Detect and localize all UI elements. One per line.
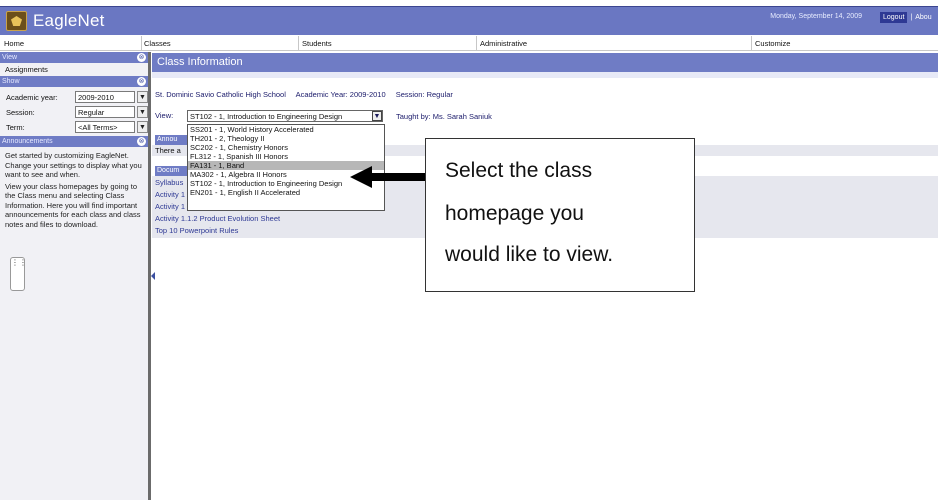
menu-classes[interactable]: Classes	[144, 39, 171, 48]
collapse-icon[interactable]: ⊗	[137, 77, 146, 86]
view-label: View:	[155, 111, 174, 120]
sidebar: View ⊗ Assignments Show ⊗ Academic year:…	[0, 52, 151, 500]
menu-customize[interactable]: Customize	[755, 39, 790, 48]
document-link[interactable]: Top 10 Powerpoint Rules	[155, 226, 238, 235]
menu-divider	[141, 36, 142, 51]
link-separator: |	[910, 14, 913, 21]
app-logo[interactable]: EagleNet	[6, 11, 105, 31]
top-links: Logout | Abou	[880, 11, 932, 24]
teacher-info: Taught by: Ms. Sarah Saniuk	[396, 112, 492, 121]
header-strip	[152, 72, 938, 78]
menu-home[interactable]: Home	[4, 39, 24, 48]
menu-divider	[298, 36, 299, 51]
collapse-icon[interactable]: ⊗	[137, 137, 146, 146]
school-name: St. Dominic Savio Catholic High School	[155, 90, 286, 99]
academic-year: Academic Year: 2009-2010	[295, 90, 386, 99]
term-label: Term:	[6, 123, 25, 132]
announcements-text: Get started by customizing EagleNet. Cha…	[0, 147, 148, 229]
callout-line: homepage you	[445, 202, 584, 225]
dropdown-option[interactable]: TH201 - 2, Theology II	[188, 134, 384, 143]
session-select[interactable]: Regular	[75, 106, 135, 118]
announcements-section-title: Announcements	[2, 138, 53, 145]
chevron-down-icon[interactable]: ▼	[137, 106, 148, 118]
dropdown-option[interactable]: SC202 - 1, Chemistry Honors	[188, 143, 384, 152]
class-information-header: Class Information	[152, 53, 938, 72]
show-section-header[interactable]: Show ⊗	[0, 76, 148, 87]
current-date: Monday, September 14, 2009	[770, 13, 862, 20]
callout-line: Select the class	[445, 159, 593, 182]
page-title: Class Information	[157, 56, 243, 68]
eagle-crest-icon	[6, 11, 27, 31]
menu-divider	[751, 36, 752, 51]
chevron-down-icon[interactable]: ▼	[137, 91, 148, 103]
announcement-paragraph: View your class homepages by going to th…	[5, 181, 141, 229]
assignments-link[interactable]: Assignments	[0, 63, 148, 76]
session-label: Session:	[6, 108, 35, 117]
announcements-section-header[interactable]: Announcements ⊗	[0, 136, 148, 147]
document-link[interactable]: Activity 1.1.2 Product Evolution Sheet	[155, 214, 280, 223]
term-select[interactable]: <All Terms>	[75, 121, 135, 133]
dropdown-option[interactable]: EN201 - 1, English II Accelerated	[188, 188, 384, 197]
menu-administrative[interactable]: Administrative	[480, 39, 527, 48]
view-section-title: View	[2, 54, 18, 61]
menu-divider	[476, 36, 477, 51]
academic-year-label: Academic year:	[6, 93, 58, 102]
dropdown-option[interactable]: SS201 - 1, World History Accelerated	[188, 125, 384, 134]
chevron-down-icon[interactable]: ▼	[372, 111, 382, 121]
term-row: Term: <All Terms> ▼	[0, 120, 148, 135]
class-select[interactable]: ST102 - 1, Introduction to Engineering D…	[187, 110, 383, 122]
annotation-arrow-icon	[350, 166, 430, 188]
dropdown-option[interactable]: FL312 - 1, Spanish III Honors	[188, 152, 384, 161]
top-header: EagleNet Monday, September 14, 2009 Logo…	[0, 6, 938, 35]
about-link[interactable]: Abou	[915, 14, 931, 21]
instruction-callout: Select the class homepage you would like…	[425, 138, 695, 292]
drag-handle-icon[interactable]: ⋮⋮	[10, 257, 27, 291]
academic-year-select[interactable]: 2009-2010	[75, 91, 135, 103]
view-section-header[interactable]: View ⊗	[0, 52, 148, 63]
show-section-title: Show	[2, 78, 20, 85]
session-row: Session: Regular ▼	[0, 105, 148, 120]
main-menu: Home Classes Students Administrative Cus…	[0, 36, 938, 51]
menu-students[interactable]: Students	[302, 39, 332, 48]
session-info: Session: Regular	[395, 90, 453, 99]
callout-line: would like to view.	[445, 243, 614, 266]
announcement-paragraph: Get started by customizing EagleNet. Cha…	[5, 151, 142, 179]
sidebar-toggle-icon[interactable]	[151, 272, 155, 280]
app-name: EagleNet	[33, 11, 105, 30]
announcements-text: There a	[155, 146, 181, 155]
document-link[interactable]: Syllabus	[155, 178, 183, 187]
document-link[interactable]: Activity 1	[155, 190, 185, 199]
class-info-line: St. Dominic Savio Catholic High School A…	[155, 90, 461, 99]
announcements-subheader: Annou	[155, 135, 187, 145]
chevron-down-icon[interactable]: ▼	[137, 121, 148, 133]
academic-year-row: Academic year: 2009-2010 ▼	[0, 90, 148, 105]
collapse-icon[interactable]: ⊗	[137, 53, 146, 62]
logout-link[interactable]: Logout	[880, 12, 908, 23]
document-link[interactable]: Activity 1	[155, 202, 185, 211]
documents-subheader: Docum	[155, 166, 187, 176]
